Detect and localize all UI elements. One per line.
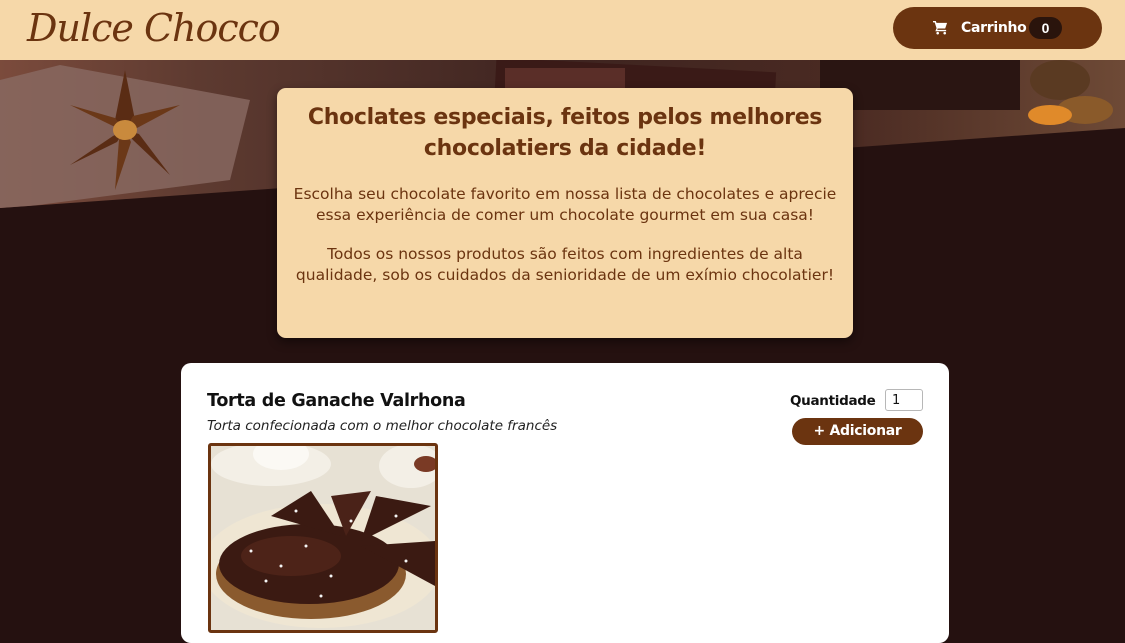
- intro-paragraph-1: Escolha seu chocolate favorito em nossa …: [293, 185, 837, 224]
- product-image: [208, 443, 438, 633]
- cart-icon: [933, 20, 948, 35]
- quantity-label: Quantidade: [790, 393, 876, 409]
- cart-count-badge: 0: [1029, 17, 1062, 39]
- brand-logo[interactable]: Dulce Chocco: [27, 3, 281, 53]
- intro-card: Choclates especiais, feitos pelos melhor…: [277, 88, 853, 338]
- product-card: Torta de Ganache Valrhona Torta confecio…: [181, 363, 949, 643]
- intro-title: Choclates especiais, feitos pelos melhor…: [307, 105, 823, 161]
- add-to-cart-button[interactable]: + Adicionar: [792, 418, 923, 445]
- quantity-input[interactable]: [885, 389, 923, 411]
- header: Dulce Chocco Carrinho 0: [0, 0, 1125, 60]
- product-name: Torta de Ganache Valrhona: [207, 391, 466, 411]
- cart-button[interactable]: Carrinho 0: [893, 7, 1102, 49]
- intro-paragraph-2: Todos os nossos produtos são feitos com …: [295, 245, 835, 284]
- cart-label: Carrinho: [961, 20, 1027, 36]
- product-description: Torta confecionada com o melhor chocolat…: [207, 418, 558, 434]
